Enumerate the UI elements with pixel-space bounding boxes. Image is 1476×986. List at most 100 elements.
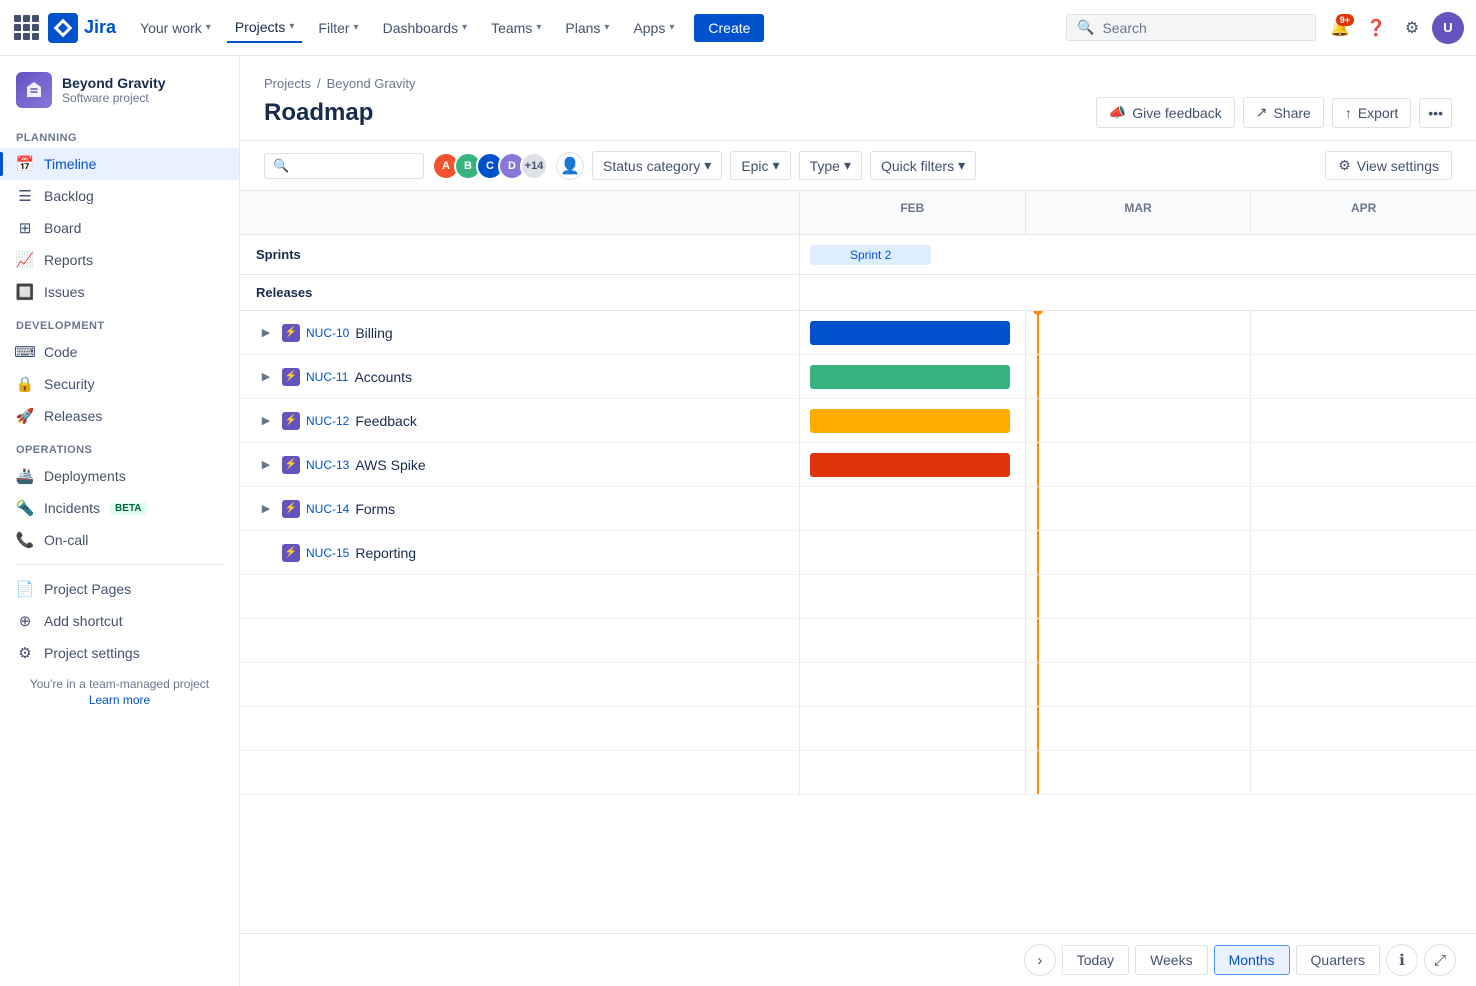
breadcrumb-projects[interactable]: Projects bbox=[264, 76, 311, 91]
manage-sprints-button[interactable]: 👤 bbox=[556, 152, 584, 180]
issue-key-nuc12[interactable]: NUC-12 bbox=[306, 414, 349, 428]
table-row: ▶ ⚡ NUC-13 AWS Spike bbox=[240, 443, 1476, 487]
header-actions: 📣 Give feedback ↗ Share ↑ Export ••• bbox=[1096, 97, 1452, 128]
expand-button-nuc10[interactable]: ▶ bbox=[256, 323, 276, 343]
table-row: ▶ ⚡ NUC-10 Billing bbox=[240, 311, 1476, 355]
nav-your-work[interactable]: Your work ▾ bbox=[132, 14, 219, 42]
sidebar-item-code[interactable]: ⌨ Code bbox=[0, 336, 239, 368]
info-button[interactable]: ℹ bbox=[1386, 944, 1418, 976]
sidebar-item-oncall[interactable]: 📞 On-call bbox=[0, 524, 239, 556]
nav-projects[interactable]: Projects ▾ bbox=[227, 13, 303, 43]
weeks-button[interactable]: Weeks bbox=[1135, 945, 1208, 975]
view-settings-button[interactable]: ⚙ View settings bbox=[1325, 151, 1452, 180]
top-navigation: Jira Your work ▾ Projects ▾ Filter ▾ Das… bbox=[0, 0, 1476, 56]
quick-filters-button[interactable]: Quick filters ▾ bbox=[870, 151, 976, 180]
nav-teams[interactable]: Teams ▾ bbox=[483, 14, 549, 42]
issue-type-icon: ⚡ bbox=[282, 456, 300, 474]
left-month-spacer bbox=[240, 191, 800, 234]
nav-plans[interactable]: Plans ▾ bbox=[557, 14, 617, 42]
sidebar-item-backlog[interactable]: ☰ Backlog bbox=[0, 180, 239, 212]
scroll-left-button[interactable]: › bbox=[1024, 944, 1056, 976]
status-category-filter[interactable]: Status category ▾ bbox=[592, 151, 722, 180]
gantt-bar-nuc13[interactable] bbox=[810, 453, 1010, 477]
roadmap-search-field[interactable]: 🔍 bbox=[264, 153, 424, 179]
give-feedback-button[interactable]: 📣 Give feedback bbox=[1096, 97, 1235, 128]
nav-apps[interactable]: Apps ▾ bbox=[625, 14, 682, 42]
issue-key-nuc13[interactable]: NUC-13 bbox=[306, 458, 349, 472]
search-box[interactable]: 🔍 Search bbox=[1066, 14, 1316, 41]
table-row: ▶ ⚡ NUC-15 Reporting bbox=[240, 531, 1476, 575]
sidebar-item-project-pages[interactable]: 📄 Project Pages bbox=[0, 573, 239, 605]
issue-type-icon: ⚡ bbox=[282, 412, 300, 430]
month-header-row: FEB MAR APR bbox=[240, 191, 1476, 235]
sidebar-item-issues[interactable]: 🔲 Issues bbox=[0, 276, 239, 308]
avatar-count[interactable]: +14 bbox=[520, 152, 548, 180]
notification-badge: 9+ bbox=[1336, 14, 1354, 26]
share-button[interactable]: ↗ Share bbox=[1243, 97, 1324, 128]
sidebar-item-label: On-call bbox=[44, 532, 88, 548]
month-mar: MAR bbox=[1026, 191, 1252, 234]
user-avatar[interactable]: U bbox=[1432, 12, 1464, 44]
issue-left-nuc14: ▶ ⚡ NUC-14 Forms bbox=[240, 487, 800, 530]
chevron-down-icon: ▾ bbox=[958, 157, 965, 174]
learn-more-link[interactable]: Learn more bbox=[0, 693, 239, 707]
nav-dashboards[interactable]: Dashboards ▾ bbox=[375, 14, 476, 42]
today-button[interactable]: Today bbox=[1062, 945, 1129, 975]
col-sep-1 bbox=[1025, 531, 1026, 574]
bottom-bar: › Today Weeks Months Quarters ℹ ⤢ bbox=[240, 933, 1476, 986]
expand-button-nuc11[interactable]: ▶ bbox=[256, 367, 276, 387]
issue-type-icon: ⚡ bbox=[282, 500, 300, 518]
sidebar-item-timeline[interactable]: 📅 Timeline bbox=[0, 148, 239, 180]
help-button[interactable]: ❓ bbox=[1360, 12, 1392, 44]
sidebar-item-incidents[interactable]: 🔦 Incidents BETA bbox=[0, 492, 239, 524]
breadcrumb-project[interactable]: Beyond Gravity bbox=[327, 76, 416, 91]
settings-button[interactable]: ⚙ bbox=[1396, 12, 1428, 44]
sidebar-item-reports[interactable]: 📈 Reports bbox=[0, 244, 239, 276]
gantt-bar-nuc11[interactable] bbox=[810, 365, 1010, 389]
more-options-button[interactable]: ••• bbox=[1419, 98, 1452, 128]
create-button[interactable]: Create bbox=[694, 14, 764, 42]
backlog-icon: ☰ bbox=[16, 187, 34, 205]
issue-right-nuc12 bbox=[800, 399, 1476, 442]
months-button[interactable]: Months bbox=[1214, 945, 1290, 975]
epic-filter[interactable]: Epic ▾ bbox=[730, 151, 790, 180]
issue-key-nuc15[interactable]: NUC-15 bbox=[306, 546, 349, 560]
sidebar-item-releases[interactable]: 🚀 Releases bbox=[0, 400, 239, 432]
sidebar-item-add-shortcut[interactable]: ⊕ Add shortcut bbox=[0, 605, 239, 637]
col-sep-1 bbox=[1025, 487, 1026, 530]
type-filter[interactable]: Type ▾ bbox=[799, 151, 862, 180]
expand-button-nuc13[interactable]: ▶ bbox=[256, 455, 276, 475]
sidebar-item-board[interactable]: ⊞ Board bbox=[0, 212, 239, 244]
col-sep-2 bbox=[1250, 311, 1251, 354]
col-sep-1 bbox=[1025, 355, 1026, 398]
issue-summary-nuc15: Reporting bbox=[355, 545, 416, 561]
sprint-chip[interactable]: Sprint 2 bbox=[810, 245, 931, 265]
expand-button-nuc12[interactable]: ▶ bbox=[256, 411, 276, 431]
sidebar-item-label: Incidents bbox=[44, 500, 100, 516]
today-line bbox=[1037, 531, 1039, 574]
chevron-down-icon: ▾ bbox=[704, 157, 711, 174]
issue-summary-nuc13: AWS Spike bbox=[355, 457, 425, 473]
jira-logo[interactable]: Jira bbox=[48, 13, 116, 43]
timeline-icon: 📅 bbox=[16, 155, 34, 173]
gantt-bar-nuc10[interactable] bbox=[810, 321, 1010, 345]
grid-menu-button[interactable] bbox=[12, 14, 40, 42]
notifications-button[interactable]: 🔔 9+ bbox=[1324, 12, 1356, 44]
issue-key-nuc11[interactable]: NUC-11 bbox=[306, 370, 348, 384]
sidebar-item-deployments[interactable]: 🚢 Deployments bbox=[0, 460, 239, 492]
sidebar-item-project-settings[interactable]: ⚙ Project settings bbox=[0, 637, 239, 669]
gantt-bar-nuc12[interactable] bbox=[810, 409, 1010, 433]
planning-section-label: PLANNING bbox=[0, 120, 239, 148]
fullscreen-button[interactable]: ⤢ bbox=[1424, 944, 1456, 976]
expand-button-nuc14[interactable]: ▶ bbox=[256, 499, 276, 519]
export-button[interactable]: ↑ Export bbox=[1332, 98, 1411, 128]
sidebar-item-security[interactable]: 🔒 Security bbox=[0, 368, 239, 400]
sprints-row: Sprints Sprint 2 bbox=[240, 235, 1476, 275]
sidebar-item-label: Project Pages bbox=[44, 581, 131, 597]
add-shortcut-icon: ⊕ bbox=[16, 612, 34, 630]
quarters-button[interactable]: Quarters bbox=[1296, 945, 1380, 975]
issue-left-nuc13: ▶ ⚡ NUC-13 AWS Spike bbox=[240, 443, 800, 486]
nav-filter[interactable]: Filter ▾ bbox=[310, 14, 366, 42]
issue-key-nuc10[interactable]: NUC-10 bbox=[306, 326, 349, 340]
issue-key-nuc14[interactable]: NUC-14 bbox=[306, 502, 349, 516]
